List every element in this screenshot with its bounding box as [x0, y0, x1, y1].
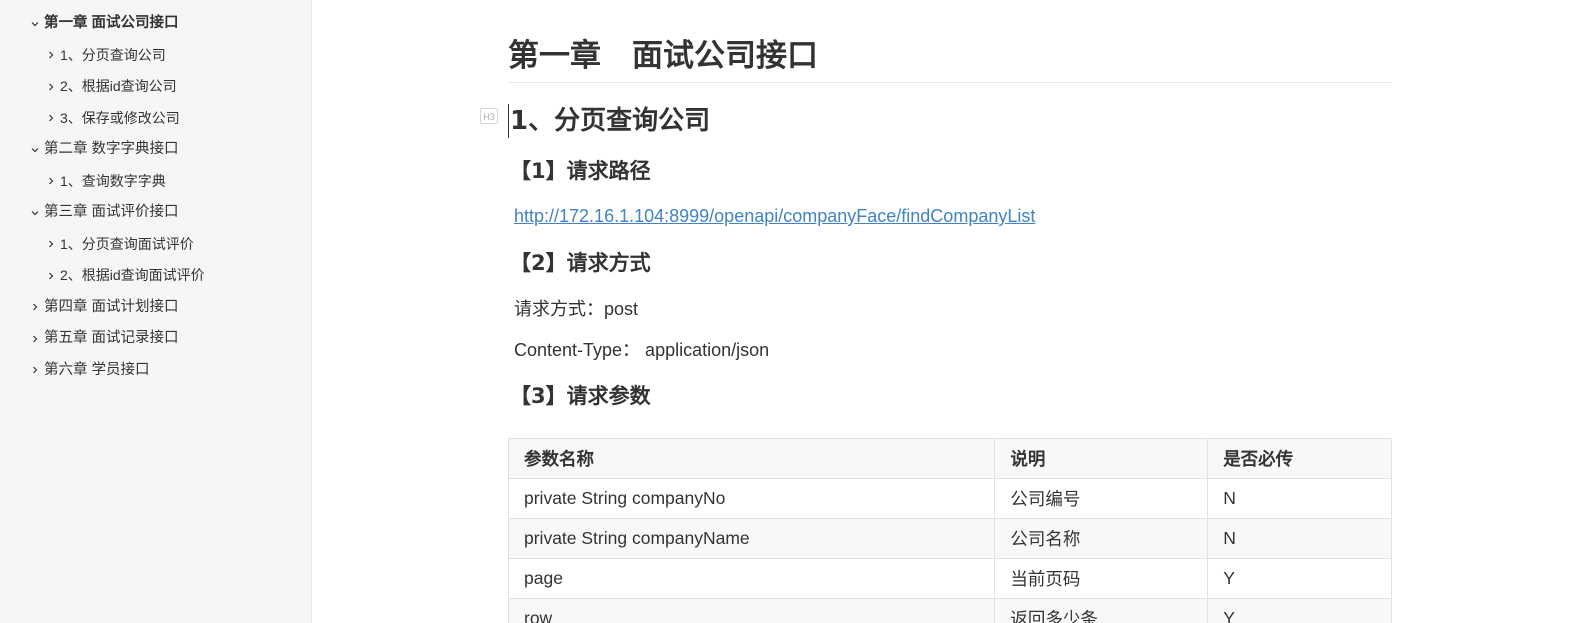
table-row: row 返回多少条 Y [507, 598, 1392, 623]
toc-item-chapter-5[interactable]: 第五章 面试记录接口 [0, 323, 311, 355]
document-editor[interactable]: 第一章 面试公司接口 H3 1、分页查询公司 【1】请求路径 http://17… [312, 0, 1590, 623]
toc-item-section-3-2[interactable]: 2、根据id查询面试评价 [0, 260, 311, 292]
chevron-right-icon[interactable] [45, 166, 57, 198]
request-url-link[interactable]: http://172.16.1.104:8999/openapi/company… [514, 206, 1035, 226]
toc-item-label: 2、根据id查询公司 [60, 78, 177, 94]
subsection-request-params-title[interactable]: 【3】请求参数 [510, 380, 651, 412]
toc-item-section-1-3[interactable]: 3、保存或修改公司 [0, 103, 311, 135]
chevron-down-icon[interactable] [29, 197, 41, 229]
chevron-right-icon[interactable] [45, 71, 57, 103]
table-cell[interactable]: N [1207, 478, 1392, 519]
app-window: 第一章 面试公司接口 1、分页查询公司 2、根据id查询公司 3、保存或修改公司… [0, 0, 1590, 623]
table-cell[interactable]: N [1207, 518, 1392, 559]
toc-item-section-1-2[interactable]: 2、根据id查询公司 [0, 71, 311, 103]
chevron-right-icon[interactable] [45, 229, 57, 261]
table-row: private String companyName 公司名称 N [507, 518, 1392, 559]
table-header-cell[interactable]: 说明 [994, 438, 1209, 479]
toc-item-label: 第六章 学员接口 [44, 361, 150, 378]
table-header-cell[interactable]: 参数名称 [507, 438, 996, 479]
toc-item-chapter-6[interactable]: 第六章 学员接口 [0, 355, 311, 387]
toc-item-section-3-1[interactable]: 1、分页查询面试评价 [0, 229, 311, 261]
toc-item-label: 第四章 面试计划接口 [44, 298, 179, 315]
heading-level-badge: H3 [480, 108, 498, 124]
toc-item-chapter-3[interactable]: 第三章 面试评价接口 [0, 197, 311, 229]
toc-item-label: 1、查询数字字典 [60, 172, 166, 189]
table-row: page 当前页码 Y [507, 558, 1392, 599]
toc-item-label: 第三章 面试评价接口 [44, 204, 179, 220]
table-cell[interactable]: Y [1207, 558, 1392, 599]
chevron-right-icon[interactable] [45, 103, 57, 135]
section-heading[interactable]: 1、分页查询公司 [510, 100, 710, 142]
table-cell[interactable]: private String companyNo [507, 478, 996, 519]
chevron-right-icon[interactable] [45, 260, 57, 292]
toc-item-label: 第二章 数字字典接口 [44, 141, 179, 157]
toc-item-chapter-2[interactable]: 第二章 数字字典接口 [0, 134, 311, 166]
table-cell[interactable]: private String companyName [507, 518, 996, 559]
chevron-down-icon[interactable] [29, 8, 41, 40]
table-cell[interactable]: 公司编号 [994, 478, 1209, 519]
chevron-down-icon[interactable] [29, 134, 41, 166]
table-cell[interactable]: 公司名称 [994, 518, 1209, 559]
table-cell[interactable]: 返回多少条 [994, 598, 1209, 623]
table-row: private String companyNo 公司编号 N [507, 478, 1392, 519]
table-cell[interactable]: Y [1207, 598, 1392, 623]
toc-item-label: 2、根据id查询面试评价 [60, 267, 205, 283]
toc-item-chapter-4[interactable]: 第四章 面试计划接口 [0, 292, 311, 324]
text-cursor [508, 104, 509, 138]
chapter-heading[interactable]: 第一章 面试公司接口 [508, 30, 1392, 83]
toc-item-section-2-1[interactable]: 1、查询数字字典 [0, 166, 311, 198]
subsection-request-path-title[interactable]: 【1】请求路径 [510, 155, 651, 187]
toc-item-label: 第一章 面试公司接口 [44, 15, 179, 31]
content-type-text[interactable]: Content-Type： application/json [514, 337, 769, 363]
table-cell[interactable]: row [507, 598, 996, 623]
outline-sidebar: 第一章 面试公司接口 1、分页查询公司 2、根据id查询公司 3、保存或修改公司… [0, 0, 312, 623]
table-header-cell[interactable]: 是否必传 [1207, 438, 1392, 479]
toc-item-label: 第五章 面试记录接口 [44, 330, 179, 346]
subsection-request-method-title[interactable]: 【2】请求方式 [510, 247, 651, 279]
request-url-paragraph: http://172.16.1.104:8999/openapi/company… [514, 203, 1035, 229]
chevron-right-icon[interactable] [29, 292, 41, 324]
chevron-right-icon[interactable] [29, 323, 41, 355]
table-cell[interactable]: 当前页码 [994, 558, 1209, 599]
chevron-right-icon[interactable] [29, 355, 41, 387]
request-params-table: 参数名称 说明 是否必传 private String companyNo 公司… [507, 438, 1392, 623]
table-cell[interactable]: page [507, 558, 996, 599]
toc-item-label: 3、保存或修改公司 [60, 109, 180, 126]
toc-item-chapter-1[interactable]: 第一章 面试公司接口 [0, 8, 311, 40]
table-header-row: 参数名称 说明 是否必传 [507, 438, 1392, 479]
toc-item-section-1-1[interactable]: 1、分页查询公司 [0, 40, 311, 72]
toc-item-label: 1、分页查询公司 [60, 46, 166, 63]
toc-item-label: 1、分页查询面试评价 [60, 235, 194, 252]
chevron-right-icon[interactable] [45, 40, 57, 72]
request-method-text[interactable]: 请求方式：post [514, 296, 638, 322]
